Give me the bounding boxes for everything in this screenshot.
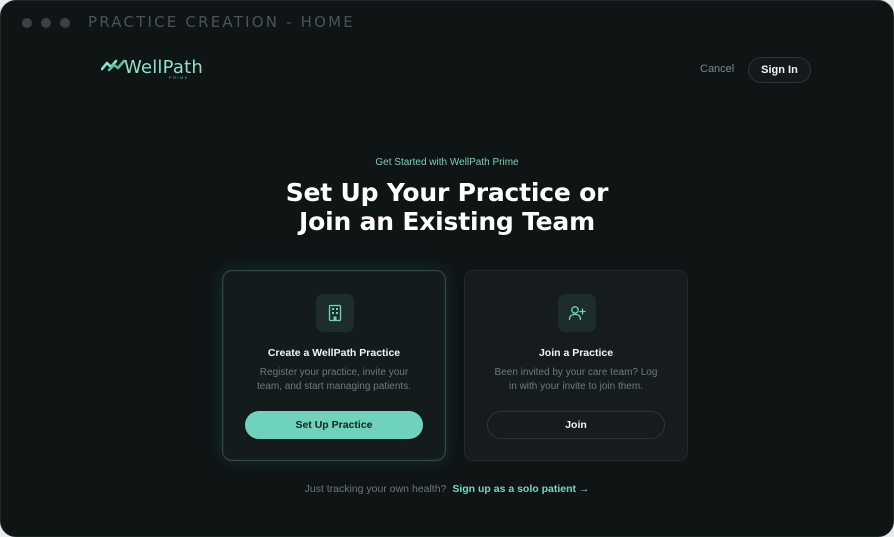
create-practice-description: Register your practice, invite your team… bbox=[243, 366, 425, 394]
brand-tagline: PRIME bbox=[169, 75, 189, 80]
headline-line-2: Join an Existing Team bbox=[299, 207, 595, 236]
description-line: in with your invite to join them. bbox=[509, 381, 643, 392]
footer-text: Just tracking your own health? bbox=[304, 483, 447, 495]
sign-in-button[interactable]: Sign In bbox=[748, 57, 811, 83]
wave-logo-icon bbox=[101, 59, 125, 72]
window-title: PRACTICE CREATION - HOME bbox=[88, 13, 355, 31]
solo-patient-signup-link[interactable]: Sign up as a solo patient → bbox=[452, 483, 589, 495]
join-button[interactable]: Join bbox=[487, 411, 665, 439]
app-window: PRACTICE CREATION - HOME WellPath PRIME … bbox=[0, 0, 894, 537]
window-controls bbox=[22, 18, 70, 28]
create-practice-card[interactable]: Create a WellPath Practice Register your… bbox=[222, 270, 446, 461]
join-practice-card[interactable]: Join a Practice Been invited by your car… bbox=[464, 270, 688, 461]
join-practice-title: Join a Practice bbox=[538, 347, 614, 359]
brand-name: WellPath bbox=[124, 57, 203, 78]
headline-line-1: Set Up Your Practice or bbox=[285, 178, 609, 207]
title-bar: PRACTICE CREATION - HOME bbox=[1, 1, 893, 45]
footer-prompt: Just tracking your own health? Sign up a… bbox=[1, 483, 893, 495]
description-line: Been invited by your care team? Log bbox=[494, 367, 658, 378]
brand-logo[interactable]: WellPath PRIME bbox=[101, 58, 203, 84]
close-window-icon[interactable] bbox=[22, 18, 32, 28]
create-practice-title: Create a WellPath Practice bbox=[267, 347, 401, 359]
description-line: Register your practice, invite your bbox=[259, 367, 409, 378]
description-line: team, and start managing patients. bbox=[257, 381, 411, 392]
join-practice-description: Been invited by your care team? Log in w… bbox=[485, 366, 667, 394]
minimize-window-icon[interactable] bbox=[41, 18, 51, 28]
set-up-practice-button[interactable]: Set Up Practice bbox=[245, 411, 423, 439]
user-plus-icon bbox=[558, 294, 596, 332]
maximize-window-icon[interactable] bbox=[60, 18, 70, 28]
building-icon bbox=[316, 294, 354, 332]
hero-eyebrow: Get Started with WellPath Prime bbox=[375, 157, 519, 168]
cancel-button[interactable]: Cancel bbox=[700, 63, 734, 75]
page-title: Set Up Your Practice or Join an Existing… bbox=[1, 178, 893, 236]
